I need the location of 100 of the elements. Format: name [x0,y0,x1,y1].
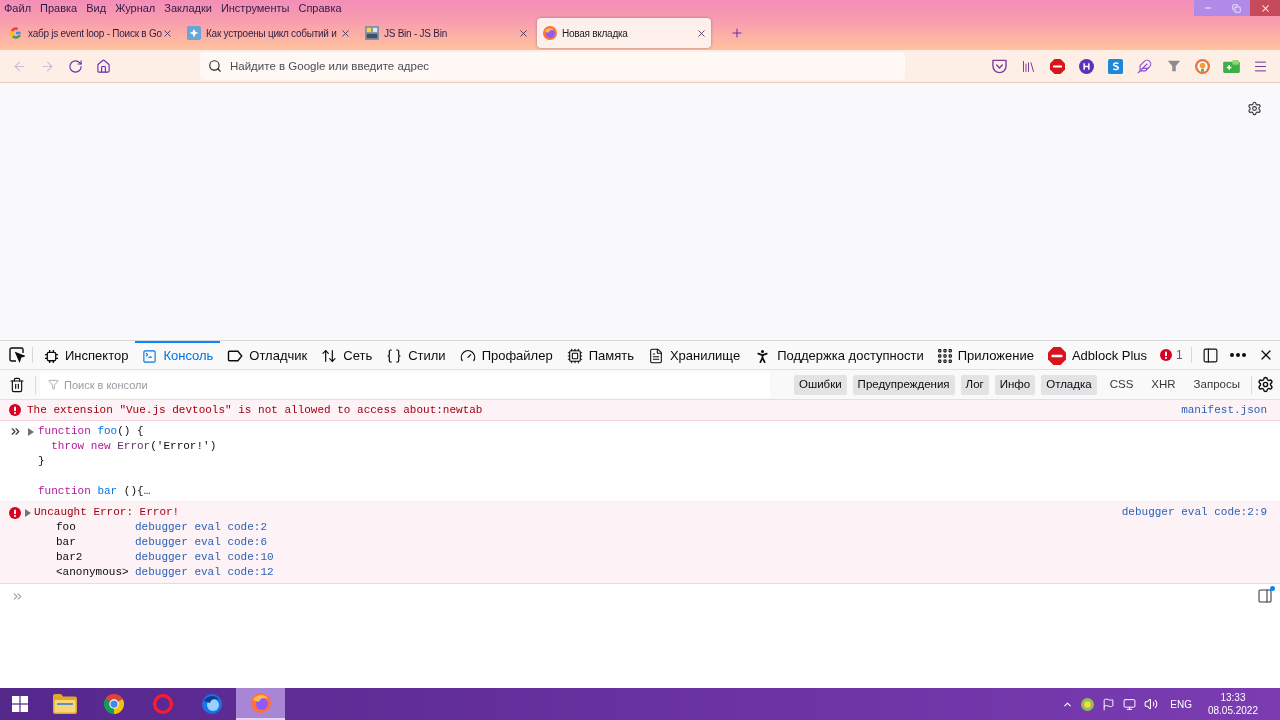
round-tray-icon[interactable] [1081,697,1095,711]
settings-icon [1246,100,1262,116]
filter-button[interactable]: CSS [1104,374,1139,395]
menu-item[interactable]: Правка [40,2,78,14]
devtools-tab[interactable]: Приложение [930,341,1041,369]
disclosure-triangle-icon[interactable] [28,427,34,436]
trash-icon [9,376,25,393]
stop-sign-icon [1050,58,1065,74]
flag-icon[interactable] [1102,697,1116,711]
menu-item[interactable]: Справка [298,2,342,14]
circle-logo-icon [103,694,124,714]
browser-tab[interactable]: JS Bin - JS Bin [359,18,533,48]
clock-date: 08.05.2022 [1207,704,1258,717]
close-icon [695,27,707,39]
source-link[interactable]: debugger eval code:2:9 [1121,505,1267,520]
windows-logo-icon [12,696,28,712]
disclosure-triangle-icon[interactable] [25,508,31,517]
stack-frame-function: bar2 [56,550,84,565]
funnel-icon [1166,59,1181,73]
filter-button[interactable]: Отладка [1041,374,1097,395]
language-indicator[interactable]: ENG [1170,696,1192,712]
error-icon [9,506,21,519]
error-icon [9,404,21,416]
source-link[interactable]: manifest.json [1181,402,1267,418]
fox-globe-icon [250,693,271,713]
stack-frame-function: <anonymous> [56,565,130,580]
plus-icon [730,26,744,40]
more-icon [1230,353,1246,357]
filter-button[interactable]: Лог [960,374,989,395]
menu-icon [1253,58,1268,74]
devtools-tab[interactable]: Adblock Plus [1040,341,1155,369]
folder-icon [52,694,77,714]
close-icon [1259,2,1271,14]
stop-sign-icon [1047,347,1066,365]
sidebar-toggle-icon[interactable] [1257,588,1273,604]
devtools-tab[interactable]: Профайлер [452,341,560,369]
filter-button[interactable]: Инфо [994,374,1036,395]
input-chevrons-icon [9,425,22,438]
devtools-tab[interactable]: Стили [379,341,453,369]
round-face-icon [1195,58,1210,74]
close-icon [161,27,173,39]
chip-icon [566,348,583,364]
settings-icon [1256,376,1274,393]
fox-globe-icon [201,694,222,714]
filter-field[interactable]: Поиск в консоли [40,371,770,398]
devtools-tab[interactable]: Хранилище [640,341,748,369]
network-icon[interactable] [1123,697,1137,711]
o-ring-icon [152,694,173,714]
clock-time: 13:33 [1220,691,1246,704]
menu-item[interactable]: Вид [86,2,107,14]
picker-icon [9,347,25,363]
error-message: The extension "Vue.js devtools" is not allowed to access about:newtab [27,402,483,418]
inspector-icon [44,348,59,364]
menu-item[interactable]: Файл [4,2,32,14]
error-message: Uncaught Error: Error! [34,505,180,520]
browser-tab[interactable]: хабр js event loop - Поиск в Go [3,18,177,48]
stack-frame-location[interactable]: debugger eval code:6 [135,535,274,550]
devtools-tab[interactable]: Память [559,341,641,369]
menu-item[interactable]: Журнал [115,2,156,14]
restore-icon [1231,3,1241,13]
menu-item[interactable]: Закладки [164,2,212,14]
tag-icon [227,350,244,362]
stack-frame-function: foo [56,520,77,535]
filter-input[interactable]: Поиск в консоли [64,373,770,396]
filter-button[interactable]: XHR [1146,374,1181,395]
stack-frame-function: bar [56,535,77,550]
error-icon [1160,349,1173,361]
speaker-icon[interactable] [1144,697,1159,711]
stack-frame-location[interactable]: debugger eval code:2 [135,520,274,535]
code-text: function foo() { throw new Error('Error!') } function bar (){… [38,424,217,499]
grid-tile-icon [365,26,379,40]
close-icon [339,27,351,39]
gauge-icon [459,348,476,364]
filter-icon [48,379,59,390]
stack-frame-location[interactable]: debugger eval code:10 [135,550,274,565]
tile-icon [1223,59,1240,73]
browser-tab[interactable]: Как устроены цикл событий и [181,18,355,48]
shield-chevron-icon [992,58,1007,74]
g-ring-icon [9,26,23,40]
terminal-icon [142,348,158,364]
dots-grid-icon [937,349,952,363]
devtools-tab[interactable]: Отладчик [220,341,315,369]
filter-button[interactable]: Предупреждения [852,374,955,395]
menu-item[interactable]: Инструменты [220,2,290,14]
braces-icon [386,348,403,364]
settings-button[interactable] [1246,100,1262,116]
filter-button[interactable]: Ошибки [793,374,847,395]
address-field[interactable]: Найдите в Google или введите адрес [200,52,905,80]
circle-badge-icon [1079,58,1094,74]
document-icon [647,348,664,364]
devtools-tab[interactable]: Инспектор [37,341,136,369]
stack-frame-location[interactable]: debugger eval code:12 [135,565,274,580]
close-icon [517,27,529,39]
devtools-tab[interactable]: Сеть [314,341,380,369]
browser-tab[interactable]: Новая вкладка [537,18,711,48]
star-tile-icon [187,26,201,40]
filter-button[interactable]: Запросы [1188,374,1245,395]
square-badge-icon [1108,58,1123,74]
error-count: 1 [1176,347,1183,364]
devtools-tab[interactable]: Поддержка доступности [747,341,931,369]
